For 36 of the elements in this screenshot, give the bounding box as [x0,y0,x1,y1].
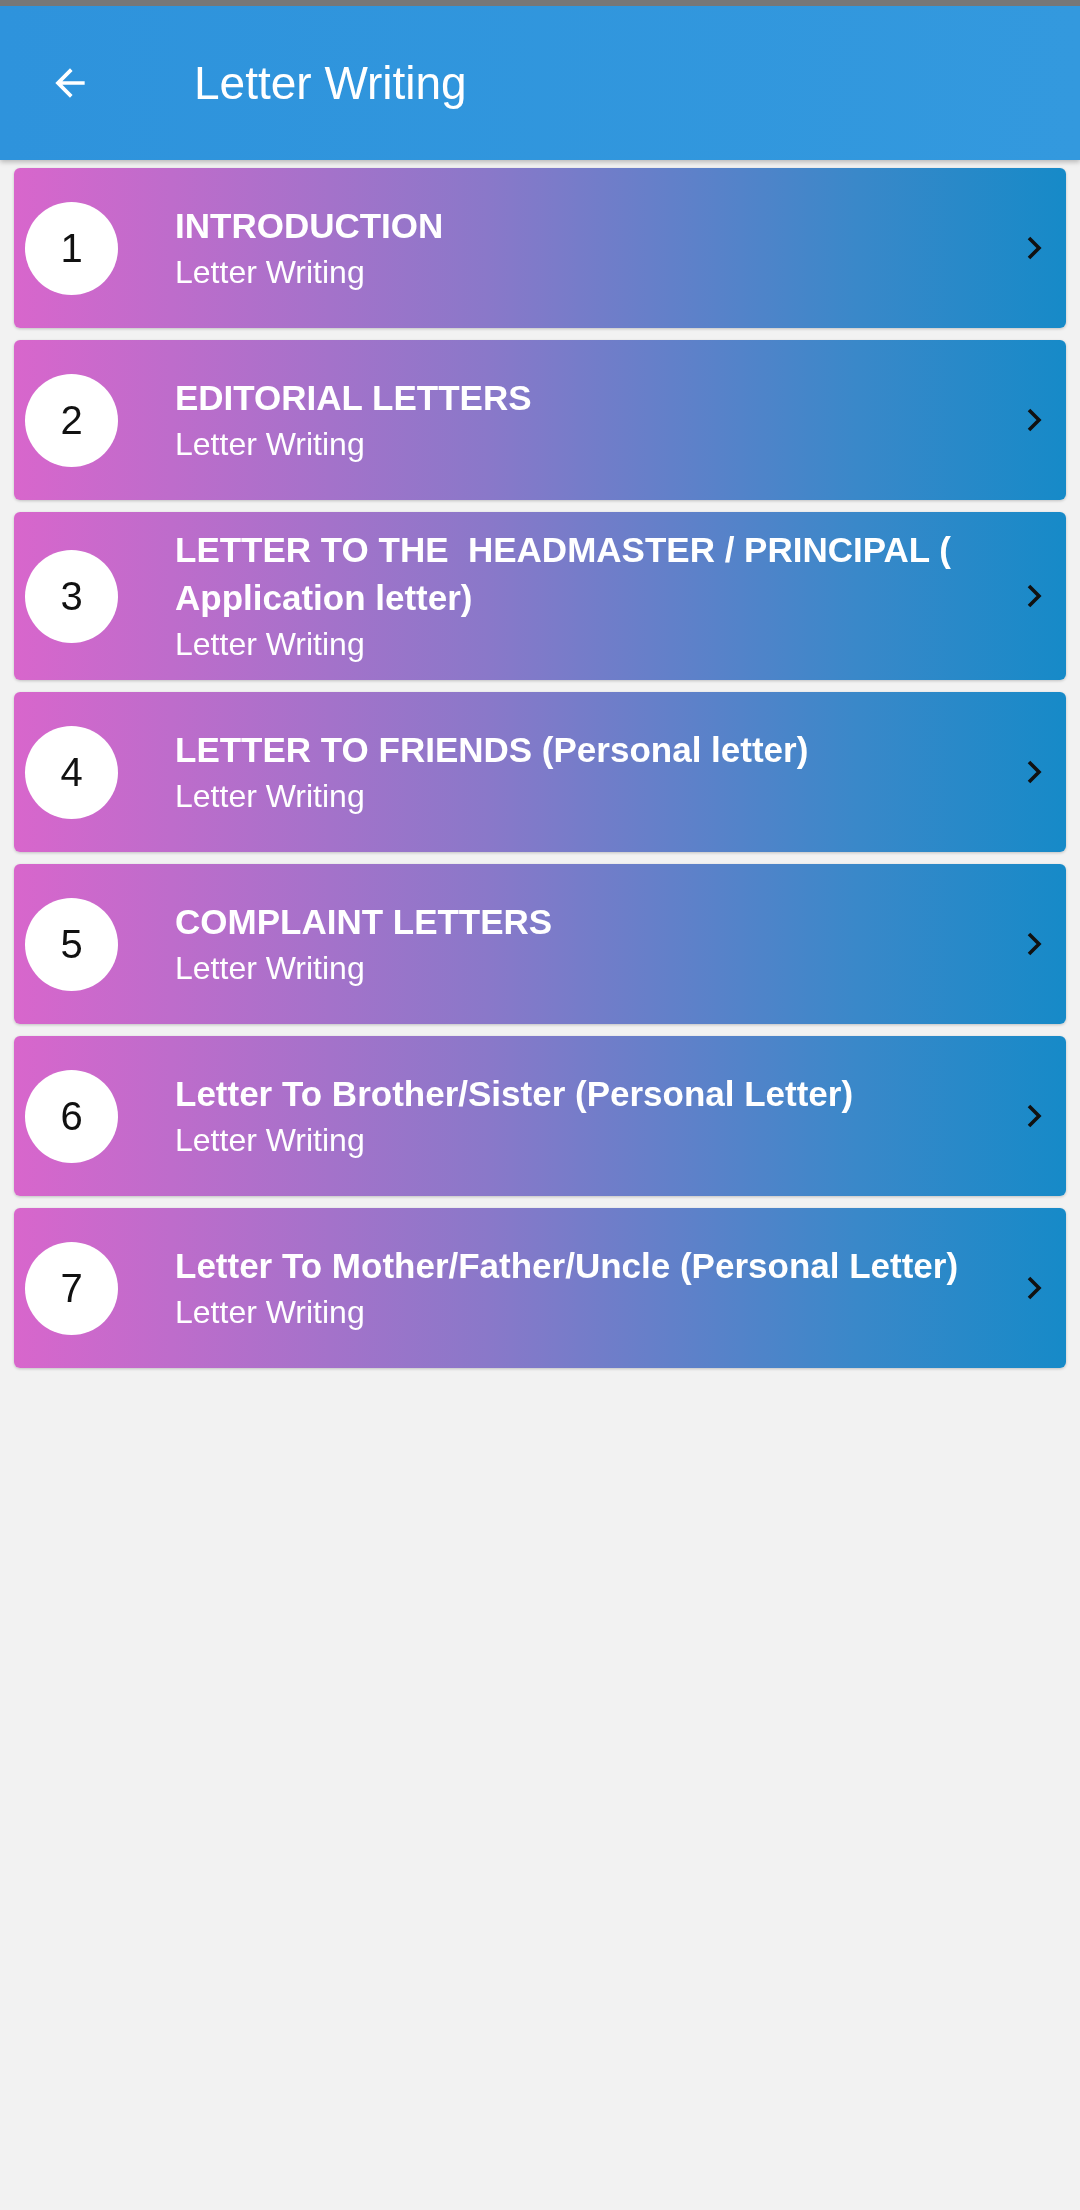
lesson-card[interactable]: 2 EDITORIAL LETTERS Letter Writing [14,340,1066,500]
chevron-right-icon [1026,1104,1042,1128]
chevron-right-icon [1026,584,1042,608]
lesson-title: COMPLAINT LETTERS [175,901,554,943]
lesson-subtitle: Letter Writing [175,1293,366,1332]
number-circle: 2 [25,373,118,467]
lesson-subtitle: Letter Writing [175,425,366,464]
number-circle: 3 [25,549,118,643]
lesson-card[interactable]: 7 Letter To Mother/Father/Uncle (Personal Letter) Letter Writing [14,1208,1066,1368]
lesson-subtitle: Letter Writing [175,625,366,664]
lesson-subtitle: Letter Writing [175,1121,366,1160]
lesson-title: Letter To Brother/Sister (Personal Letter) [175,1073,855,1115]
screen-title: Letter Writing [194,56,467,110]
lesson-subtitle: Letter Writing [175,949,366,988]
number-circle: 6 [25,1069,118,1163]
number-circle: 7 [25,1241,118,1335]
lesson-card[interactable]: 4 LETTER TO FRIENDS (Personal letter) Letter Writing [14,692,1066,852]
number-circle: 1 [25,201,118,295]
lesson-title: LETTER TO FRIENDS (Personal letter) [175,729,810,771]
lesson-title: EDITORIAL LETTERS [175,377,533,419]
lesson-title: Letter To Mother/Father/Uncle (Personal Letter) [175,1245,960,1287]
number-circle: 5 [25,897,118,991]
lesson-subtitle: Letter Writing [175,253,366,292]
lesson-card[interactable]: 3 LETTER TO THE HEADMASTER / PRINCIPAL ( Application letter) Letter Writing [14,512,1066,680]
chevron-right-icon [1026,408,1042,432]
lesson-title: INTRODUCTION [175,205,445,247]
chevron-right-icon [1026,760,1042,784]
lesson-card[interactable]: 6 Letter To Brother/Sister (Personal Letter) Letter Writing [14,1036,1066,1196]
chevron-right-icon [1026,932,1042,956]
lesson-card[interactable]: 5 COMPLAINT LETTERS Letter Writing [14,864,1066,1024]
lesson-card[interactable]: 1 INTRODUCTION Letter Writing [14,168,1066,328]
number-circle: 4 [25,725,118,819]
chevron-right-icon [1026,236,1042,260]
lesson-subtitle: Letter Writing [175,777,366,816]
chevron-right-icon [1026,1276,1042,1300]
lesson-title: LETTER TO THE HEADMASTER / PRINCIPAL ( Application letter) [175,529,952,619]
